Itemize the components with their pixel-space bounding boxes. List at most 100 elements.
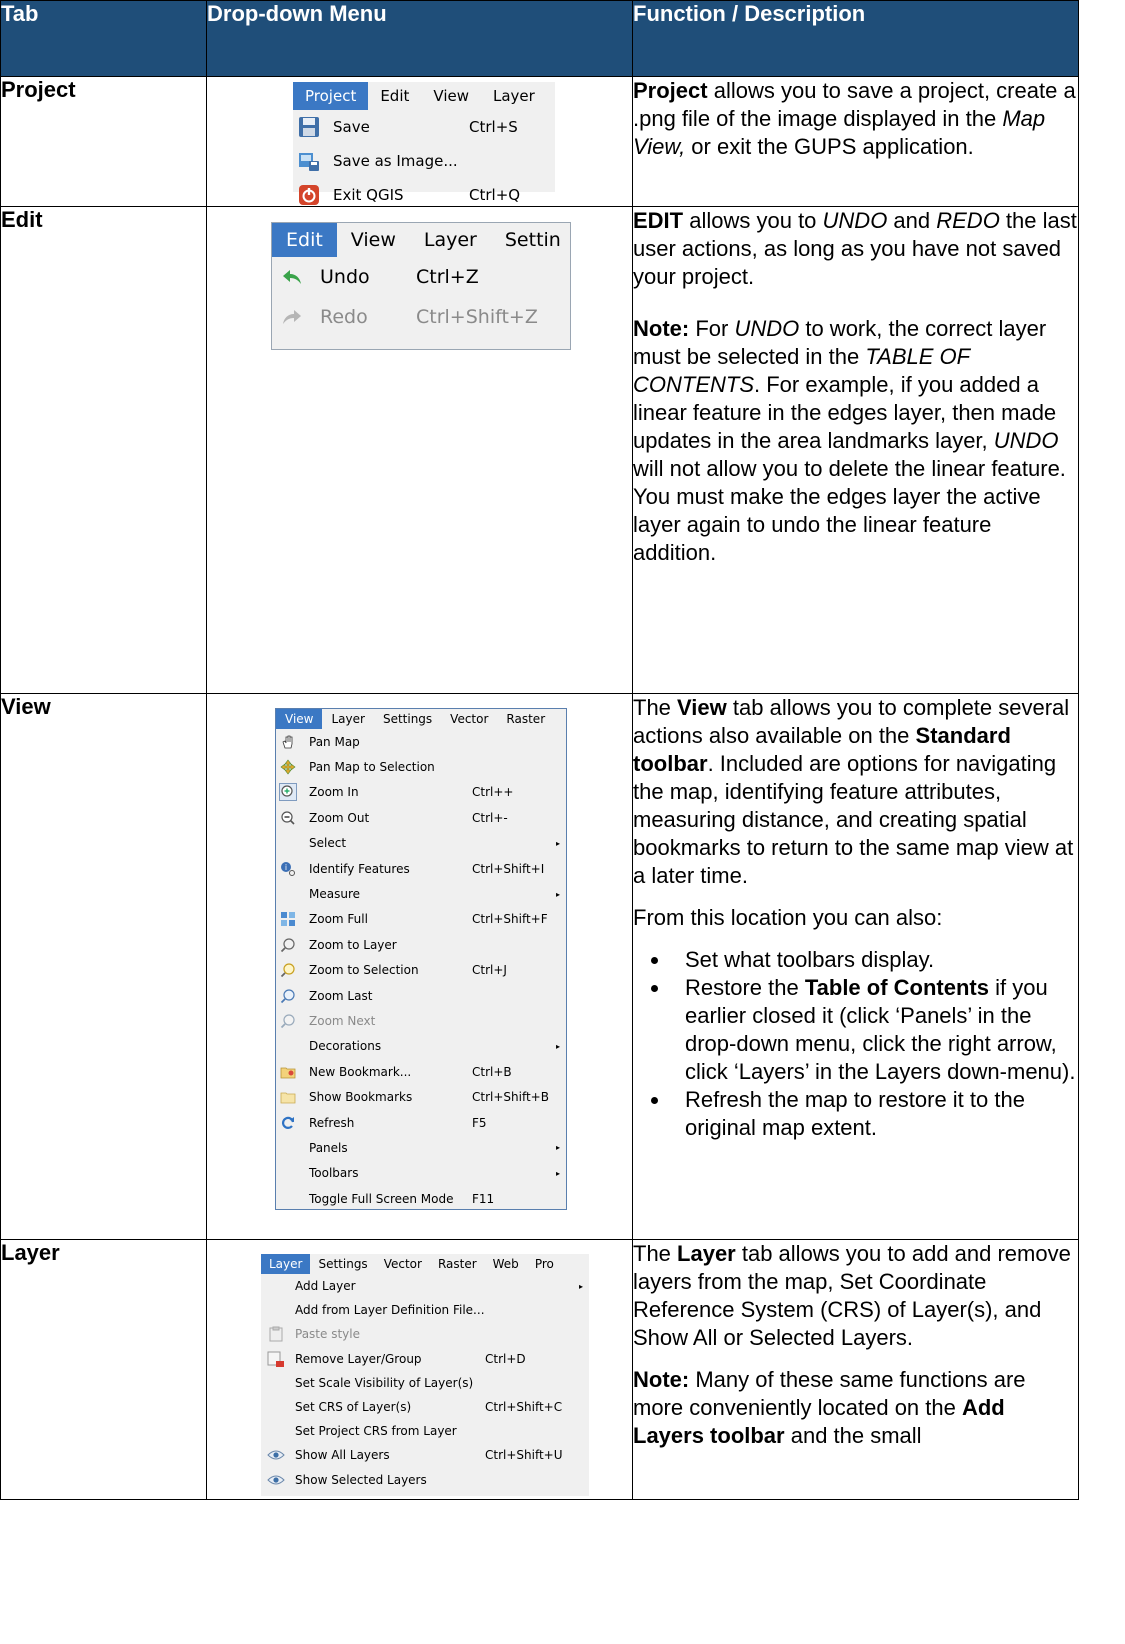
menu-item-undo[interactable]: Undo Ctrl+Z: [272, 257, 570, 297]
menu-bar-settings[interactable]: Settings: [310, 1254, 375, 1274]
menu-item[interactable]: Add Layer ▸: [261, 1274, 589, 1298]
remove-layer-icon: [267, 1350, 285, 1368]
zoom-full-icon: [279, 910, 297, 928]
zoom-last-icon: [279, 987, 297, 1005]
menu-item[interactable]: Zoom to Layer: [276, 932, 566, 957]
menu-item-save[interactable]: Save Ctrl+S: [293, 110, 555, 144]
menu-item[interactable]: Set Scale Visibility of Layer(s): [261, 1371, 589, 1395]
menu-item[interactable]: Add from Layer Definition File...: [261, 1298, 589, 1322]
menu-item-redo[interactable]: Redo Ctrl+Shift+Z: [272, 297, 570, 337]
menu-item-label: Show All Layers: [295, 1448, 390, 1463]
menu-bar-settings[interactable]: Settings: [374, 709, 441, 729]
menu-item[interactable]: Toolbars ▸: [276, 1161, 566, 1186]
menu-bar-web[interactable]: Web: [485, 1254, 527, 1274]
menu-item[interactable]: Set Project CRS from Layer: [261, 1419, 589, 1443]
menu-bar-view[interactable]: View: [421, 82, 481, 110]
layer-menu-screenshot: Layer Settings Vector Raster Web Pro Add…: [261, 1254, 589, 1496]
project-menu-screenshot: Project Edit View Layer Save Ctrl+S Save…: [293, 82, 555, 205]
menu-bar-vector[interactable]: Vector: [376, 1254, 430, 1274]
menu-item[interactable]: Zoom to Selection Ctrl+J: [276, 958, 566, 983]
menu-item[interactable]: i Identify Features Ctrl+Shift+I: [276, 856, 566, 881]
menu-item-label: Zoom to Selection: [309, 963, 419, 978]
menu-item-label: Identify Features: [309, 861, 410, 876]
icon-placeholder: [279, 834, 297, 852]
menu-item[interactable]: Set CRS of Layer(s) Ctrl+Shift+C: [261, 1395, 589, 1419]
menu-item[interactable]: Paste style: [261, 1322, 589, 1346]
menu-bar-view[interactable]: View: [337, 223, 410, 257]
menu-item-label: New Bookmark...: [309, 1064, 412, 1079]
menu-item[interactable]: Pan Map to Selection: [276, 754, 566, 779]
menu-bar-edit[interactable]: Edit: [272, 223, 337, 257]
text: For: [689, 316, 735, 341]
menu-item-label: Save: [333, 118, 370, 136]
menu-item-label: Zoom to Layer: [309, 937, 397, 952]
menu-bar-layer[interactable]: Layer: [481, 82, 547, 110]
menu-item-label: Zoom Full: [309, 912, 368, 927]
menu-bar-vector[interactable]: Vector: [441, 709, 497, 729]
bold-term: View: [677, 695, 727, 720]
menu-item[interactable]: Panels ▸: [276, 1135, 566, 1160]
menu-bar-processing[interactable]: Pro: [527, 1254, 562, 1274]
menu-item[interactable]: Refresh F5: [276, 1110, 566, 1135]
zoom-selection-icon: [279, 961, 297, 979]
menu-bar-settings[interactable]: Settin: [491, 223, 575, 257]
menu-bar-edit[interactable]: Edit: [368, 82, 421, 110]
menu-item-shortcut: Ctrl+-: [472, 810, 508, 825]
menu-bar-raster[interactable]: Raster: [430, 1254, 485, 1274]
icon-placeholder: [279, 1190, 297, 1208]
reference-table: Tab Drop-down Menu Function / Descriptio…: [0, 0, 1079, 1500]
menu-item-label: Set Project CRS from Layer: [295, 1424, 457, 1439]
list-item: Set what toolbars display.: [671, 946, 1078, 974]
note-label: Note:: [633, 1367, 690, 1392]
menu-item[interactable]: Show All Layers Ctrl+Shift+U: [261, 1443, 589, 1467]
menu-item-label: Toolbars: [309, 1166, 359, 1181]
menu-bar-raster[interactable]: Raster: [497, 709, 554, 729]
menu-bar: Edit View Layer Settin: [272, 223, 570, 257]
menu-bar-project[interactable]: Project: [293, 82, 369, 110]
icon-placeholder: [267, 1277, 285, 1295]
menu-item-label: Pan Map: [309, 734, 360, 749]
menu-item[interactable]: Measure ▸: [276, 881, 566, 906]
menu-bar-layer[interactable]: Layer: [261, 1254, 311, 1274]
menu-item[interactable]: Decorations ▸: [276, 1034, 566, 1059]
menu-item-label: Remove Layer/Group: [295, 1351, 422, 1366]
menu-item[interactable]: Remove Layer/Group Ctrl+D: [261, 1347, 589, 1371]
view-menu-screenshot: View Layer Settings Vector Raster Pan Ma…: [275, 708, 567, 1210]
menu-item[interactable]: Zoom Out Ctrl+-: [276, 805, 566, 830]
menu-item[interactable]: Zoom Next: [276, 1008, 566, 1033]
menu-item-label: Zoom In: [309, 785, 359, 800]
italic-term: REDO: [936, 208, 1000, 233]
text: Restore the: [685, 975, 805, 1000]
menu-item[interactable]: Zoom Last: [276, 983, 566, 1008]
icon-placeholder: [279, 1164, 297, 1182]
menu-item[interactable]: Zoom Full Ctrl+Shift+F: [276, 907, 566, 932]
menu-item[interactable]: Zoom In Ctrl++: [276, 780, 566, 805]
menu-bar-layer[interactable]: Layer: [410, 223, 491, 257]
show-bookmarks-icon: [279, 1088, 297, 1106]
menu-item[interactable]: Pan Map: [276, 729, 566, 754]
list-item: Restore the Table of Contents if you ear…: [671, 974, 1078, 1086]
menu-items: Pan Map Pan Map to Selection Zoom In Ctrl++…: [276, 729, 566, 1211]
identify-icon: i: [279, 860, 297, 878]
bold-term: Project: [633, 78, 708, 103]
menu-item[interactable]: Show Bookmarks Ctrl+Shift+B: [276, 1084, 566, 1109]
menu-bar-layer[interactable]: Layer: [322, 709, 373, 729]
menu-item[interactable]: Select ▸: [276, 831, 566, 856]
menu-item-save-as-image[interactable]: Save as Image...: [293, 144, 555, 178]
eye-icon: [267, 1446, 285, 1464]
text: The: [633, 1241, 678, 1266]
tab-name: Project: [0, 76, 207, 207]
menu-item-shortcut: Ctrl+S: [469, 118, 518, 136]
menu-item[interactable]: Toggle Full Screen Mode F11: [276, 1186, 566, 1211]
italic-term: UNDO: [993, 428, 1059, 453]
menu-item-label: Set CRS of Layer(s): [295, 1400, 412, 1415]
menu-item-shortcut: Ctrl+Shift+B: [472, 1090, 549, 1105]
menu-item-label: Panels: [309, 1140, 348, 1155]
menu-item-shortcut: Ctrl+Q: [469, 186, 521, 204]
menu-item[interactable]: Show Selected Layers: [261, 1468, 589, 1492]
menu-item[interactable]: New Bookmark... Ctrl+B: [276, 1059, 566, 1084]
paste-style-icon: [267, 1325, 285, 1343]
header-row: Tab Drop-down Menu Function / Descriptio…: [0, 0, 1079, 77]
text: and: [887, 208, 937, 233]
menu-bar-view[interactable]: View: [276, 709, 323, 729]
